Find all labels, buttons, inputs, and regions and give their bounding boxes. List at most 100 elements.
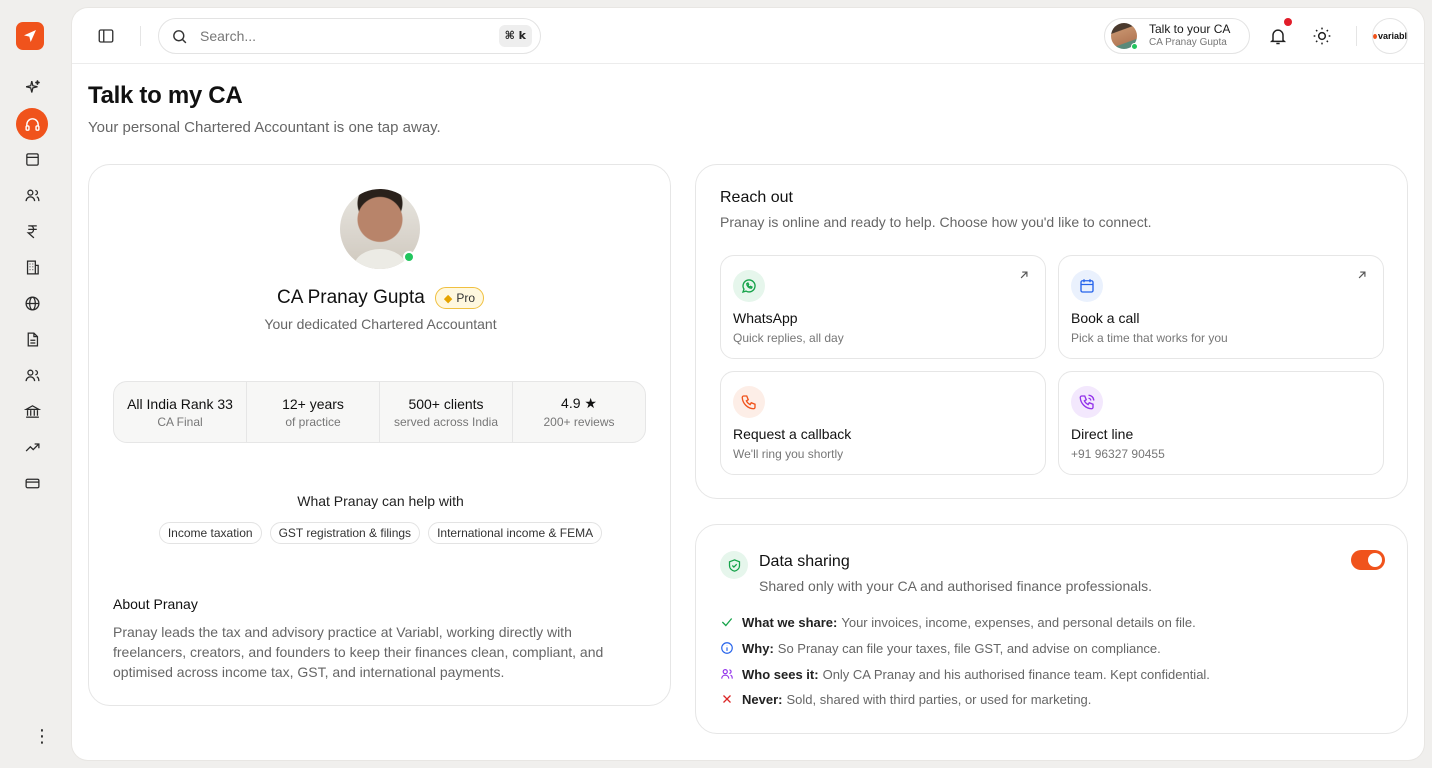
nav-document-icon[interactable] [16, 323, 48, 355]
data-row-who: Who sees it: Only CA Pranay and his autho… [720, 665, 1210, 683]
row-label: Why: [742, 640, 774, 656]
nav-talk-to-ca-headphones-icon[interactable] [16, 108, 48, 140]
divider [1356, 26, 1357, 46]
stat-value: All India Rank 33 [127, 395, 233, 412]
data-sharing-card: Data sharing Shared only with your CA an… [695, 524, 1408, 734]
page-title: Talk to my CA [88, 82, 243, 109]
ca-pill-title: Talk to your CA [1149, 22, 1231, 37]
pro-badge-label: Pro [456, 291, 476, 305]
row-label: Never: [742, 691, 783, 707]
help-title: What Pranay can help with [297, 493, 464, 509]
stat-value: 12+ years [282, 395, 344, 412]
row-label: What we share: [742, 614, 838, 630]
data-sharing-toggle[interactable] [1351, 550, 1385, 570]
nav-globe-icon[interactable] [16, 287, 48, 319]
page-subtitle: Your personal Chartered Accountant is on… [88, 119, 441, 136]
brand-avatar[interactable]: variabl [1372, 18, 1408, 54]
users-icon [720, 667, 734, 681]
ca-role: Your dedicated Chartered Accountant [264, 316, 497, 332]
row-text: Your invoices, income, expenses, and per… [841, 614, 1196, 630]
option-subtitle: Pick a time that works for you [1071, 331, 1228, 345]
reach-out-card: Reach out Pranay is online and ready to … [695, 164, 1408, 499]
reach-out-subtitle: Pranay is online and ready to help. Choo… [720, 214, 1152, 230]
whatsapp-option[interactable]: WhatsApp Quick replies, all day [720, 255, 1046, 359]
option-title: Book a call [1071, 310, 1140, 326]
expertise-tag: GST registration & filings [269, 522, 421, 544]
stat-label: served across India [393, 414, 499, 429]
stat-label: 200+ reviews [543, 415, 615, 429]
nav-team-icon[interactable] [16, 359, 48, 391]
data-sharing-title: Data sharing [759, 553, 850, 570]
sidebar: ⋮ [0, 0, 64, 768]
more-menu-icon[interactable]: ⋮ [30, 726, 54, 746]
external-arrow-icon [1355, 268, 1369, 282]
option-title: WhatsApp [733, 310, 798, 326]
nav-rupee-icon[interactable] [16, 215, 48, 247]
ca-pill-subtitle: CA Pranay Gupta [1149, 37, 1227, 49]
nav-bank-icon[interactable] [16, 395, 48, 427]
row-text: So Pranay can file your taxes, file GST,… [777, 640, 1161, 656]
whatsapp-icon [733, 270, 765, 302]
stat-clients: 500+ clients served across India [380, 382, 513, 442]
app-logo-icon[interactable] [16, 22, 44, 50]
direct-line-option[interactable]: Direct line +91 96327 90455 [1058, 371, 1384, 475]
nav-clients-users-icon[interactable] [16, 179, 48, 211]
brand-name: variabl [1377, 31, 1407, 41]
topbar: ⌘ k Talk to your CA CA Pranay Gupta vari… [72, 8, 1424, 64]
ca-stats: All India Rank 33 CA Final 12+ years of pr… [113, 381, 646, 443]
divider [140, 26, 141, 46]
about-title: About Pranay [113, 596, 198, 612]
nav-ai-sparkle-icon[interactable] [16, 71, 48, 103]
phone-call-icon [1071, 386, 1103, 418]
diamond-icon: ◆ [443, 292, 453, 305]
phone-icon [733, 386, 765, 418]
stat-rank: All India Rank 33 CA Final [114, 382, 247, 442]
ca-profile-card: CA Pranay Gupta ◆ Pro Your dedicated Char… [88, 164, 671, 706]
row-text: Only CA Pranay and his authorised financ… [822, 666, 1210, 682]
data-sharing-subtitle: Shared only with your CA and authorised … [759, 578, 1153, 594]
main-panel: ⌘ k Talk to your CA CA Pranay Gupta vari… [72, 8, 1424, 760]
bell-icon[interactable] [1268, 18, 1292, 46]
expertise-tag: International income & FEMA [428, 522, 603, 544]
stat-label: CA Final [157, 414, 203, 429]
option-title: Request a callback [733, 426, 852, 442]
calendar-icon [1071, 270, 1103, 302]
search-bar[interactable]: ⌘ k [158, 18, 541, 54]
option-subtitle: We'll ring you shortly [733, 447, 844, 461]
request-callback-option[interactable]: Request a callback We'll ring you shortl… [720, 371, 1046, 475]
notification-dot [1284, 18, 1292, 26]
data-row-what: What we share: Your invoices, income, exp… [720, 613, 1196, 631]
sidebar-toggle-icon[interactable] [94, 24, 118, 48]
talk-to-ca-pill[interactable]: Talk to your CA CA Pranay Gupta [1104, 18, 1250, 54]
reach-out-title: Reach out [720, 189, 793, 206]
nav-building-icon[interactable] [16, 251, 48, 283]
stat-value: 500+ clients [408, 395, 484, 412]
ca-name: CA Pranay Gupta [276, 287, 425, 308]
option-title: Direct line [1071, 426, 1134, 442]
row-text: Sold, shared with third parties, or used… [786, 691, 1092, 707]
stat-experience: 12+ years of practice [247, 382, 380, 442]
toggle-knob [1368, 553, 1382, 567]
pro-badge: ◆ Pro [434, 287, 485, 309]
nav-wallet-icon[interactable] [16, 143, 48, 175]
online-status-dot [403, 251, 415, 263]
expertise-tag: Income taxation [158, 522, 262, 544]
search-shortcut: ⌘ k [498, 25, 532, 47]
row-label: Who sees it: [742, 666, 819, 682]
data-row-never: Never: Sold, shared with third parties, o… [720, 690, 1091, 708]
option-subtitle: +91 96327 90455 [1071, 447, 1165, 461]
stat-rating: 4.9 ★ 200+ reviews [513, 382, 645, 442]
x-icon [720, 692, 734, 706]
about-text: Pranay leads the tax and advisory practi… [113, 624, 604, 680]
check-icon [720, 615, 734, 629]
data-row-why: Why: So Pranay can file your taxes, file … [720, 639, 1161, 657]
search-icon [173, 29, 187, 43]
external-arrow-icon [1017, 268, 1031, 282]
stat-label: of practice [285, 414, 341, 429]
theme-toggle-sun-icon[interactable] [1312, 26, 1332, 46]
search-input[interactable] [200, 28, 490, 44]
nav-trending-up-icon[interactable] [16, 431, 48, 463]
book-call-option[interactable]: Book a call Pick a time that works for y… [1058, 255, 1384, 359]
info-icon [720, 641, 734, 655]
nav-card-icon[interactable] [16, 467, 48, 499]
